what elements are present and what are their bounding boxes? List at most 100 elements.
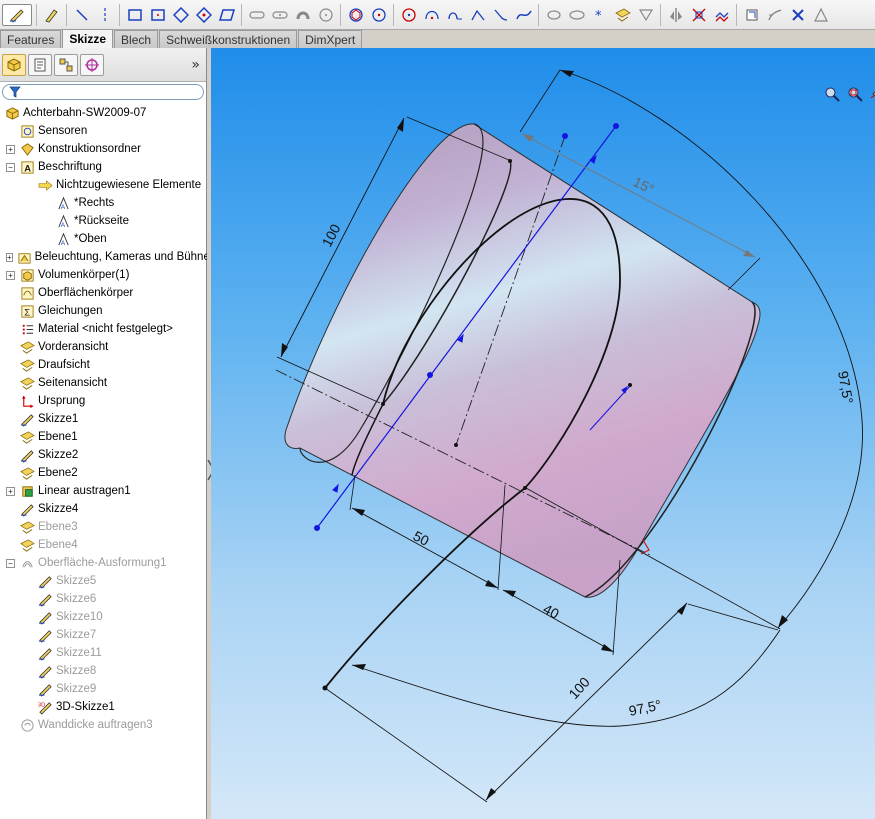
tab-dimxpert[interactable]: DimXpert bbox=[298, 30, 363, 48]
tree-item[interactable]: Material <nicht festgelegt> bbox=[0, 320, 206, 338]
tree-item[interactable]: Skizze11 bbox=[0, 644, 206, 662]
3-point-arc-slot-button[interactable] bbox=[292, 4, 313, 26]
slot-button[interactable] bbox=[246, 4, 267, 26]
pattern-button[interactable] bbox=[764, 4, 785, 26]
expand-toggle[interactable]: + bbox=[6, 270, 15, 280]
tree-item[interactable]: Ebene3 bbox=[0, 518, 206, 536]
ellipse-button[interactable] bbox=[543, 4, 564, 26]
trim-button[interactable] bbox=[688, 4, 709, 26]
plane-button[interactable] bbox=[612, 4, 633, 26]
dimension-97-5-bottom[interactable]: 97,5° bbox=[351, 629, 781, 727]
circle-button[interactable] bbox=[368, 4, 389, 26]
center-rectangle-button[interactable] bbox=[147, 4, 168, 26]
tree-item[interactable]: Ursprung bbox=[0, 392, 206, 410]
tree-item[interactable]: Sensoren bbox=[0, 122, 206, 140]
partial-ellipse-button[interactable] bbox=[566, 4, 587, 26]
3-point-center-rectangle-button[interactable] bbox=[193, 4, 214, 26]
parallelogram-button[interactable] bbox=[216, 4, 237, 26]
collapse-toggle[interactable]: − bbox=[6, 558, 15, 568]
dimxpertmanager-tab[interactable] bbox=[80, 53, 104, 76]
mirror-button[interactable] bbox=[665, 4, 686, 26]
sketch-icon bbox=[37, 573, 53, 589]
tree-item-label: Wanddicke auftragen3 bbox=[38, 719, 153, 731]
sketch-button[interactable] bbox=[2, 3, 32, 26]
featuremanager-tab[interactable] bbox=[2, 53, 26, 76]
tree-item[interactable]: Skizze6 bbox=[0, 590, 206, 608]
cylinder-body[interactable] bbox=[284, 123, 761, 598]
tree-item[interactable]: Seitenansicht bbox=[0, 374, 206, 392]
tree-item[interactable]: Ebene1 bbox=[0, 428, 206, 446]
tab-blech[interactable]: Blech bbox=[114, 30, 159, 48]
tree-item[interactable]: Skizze2 bbox=[0, 446, 206, 464]
spline-button[interactable] bbox=[513, 4, 534, 26]
tree-item[interactable]: Achterbahn-SW2009-07 bbox=[0, 104, 206, 122]
tree-item[interactable]: Ebene4 bbox=[0, 536, 206, 554]
tree-item[interactable]: Ebene2 bbox=[0, 464, 206, 482]
tree-item[interactable]: Skizze7 bbox=[0, 626, 206, 644]
tree-item[interactable]: Oberflächenkörper bbox=[0, 284, 206, 302]
tree-item[interactable]: + Volumenkörper(1) bbox=[0, 266, 206, 284]
tree-item[interactable]: Skizze4 bbox=[0, 500, 206, 518]
tree-item-label: Konstruktionsordner bbox=[38, 143, 141, 155]
tree-item[interactable]: Skizze5 bbox=[0, 572, 206, 590]
tree-item[interactable]: Wanddicke auftragen3 bbox=[0, 716, 206, 734]
tree-item[interactable]: Vorderansicht bbox=[0, 338, 206, 356]
tree-item[interactable]: Skizze8 bbox=[0, 662, 206, 680]
text-button[interactable] bbox=[635, 4, 656, 26]
centerline-button[interactable] bbox=[94, 4, 115, 26]
line-button[interactable] bbox=[71, 4, 92, 26]
tree-item[interactable]: A *Oben bbox=[0, 230, 206, 248]
centerpoint-slot-button[interactable] bbox=[269, 4, 290, 26]
smart-dimension-button[interactable] bbox=[41, 4, 62, 26]
3-point-corner-rectangle-button[interactable] bbox=[170, 4, 191, 26]
tree-item[interactable]: A *Rechts bbox=[0, 194, 206, 212]
tree-item[interactable]: Nichtzugewiesene Elemente bbox=[0, 176, 206, 194]
centerpoint-arc-button[interactable] bbox=[421, 4, 442, 26]
perimeter-circle-button[interactable] bbox=[398, 4, 419, 26]
expand-panel-button[interactable]: » bbox=[191, 57, 200, 73]
move-button[interactable] bbox=[787, 4, 808, 26]
fillet-button[interactable] bbox=[490, 4, 511, 26]
offset-button[interactable] bbox=[711, 4, 732, 26]
rectangle-button[interactable] bbox=[124, 4, 145, 26]
tree-item[interactable]: + Linear austragen1 bbox=[0, 482, 206, 500]
tree-item[interactable]: + Konstruktionsordner bbox=[0, 140, 206, 158]
tangent-arc-button[interactable] bbox=[444, 4, 465, 26]
tree-item[interactable]: − Oberfläche-Ausformung1 bbox=[0, 554, 206, 572]
tree-item[interactable]: A *Rückseite bbox=[0, 212, 206, 230]
tree-item[interactable]: Σ Gleichungen bbox=[0, 302, 206, 320]
polygon-button[interactable] bbox=[345, 4, 366, 26]
tree-item[interactable]: Draufsicht bbox=[0, 356, 206, 374]
3-point-corner-rectangle-icon bbox=[172, 6, 189, 23]
line-icon bbox=[75, 8, 88, 21]
tree-item[interactable]: + Beleuchtung, Kameras und Bühne bbox=[0, 248, 210, 266]
center-rectangle-icon bbox=[150, 8, 165, 21]
tab-features[interactable]: Features bbox=[0, 30, 62, 48]
expand-toggle[interactable]: + bbox=[6, 486, 15, 496]
3-point-arc-button[interactable] bbox=[467, 4, 488, 26]
tab-schwei-konstruktionen[interactable]: Schweißkonstruktionen bbox=[159, 30, 298, 48]
tree-item[interactable]: 3D 3D-Skizze1 bbox=[0, 698, 206, 716]
tree-item[interactable]: − A Beschriftung bbox=[0, 158, 206, 176]
graphics-area[interactable]: 100 15° 97,5° 50 40 100 97,5° bbox=[211, 48, 875, 819]
tree-item[interactable]: Skizze10 bbox=[0, 608, 206, 626]
expand-toggle[interactable]: + bbox=[6, 252, 13, 262]
tree-item-label: Skizze10 bbox=[56, 611, 103, 623]
parallelogram-icon bbox=[218, 8, 235, 21]
tree-item[interactable]: Skizze1 bbox=[0, 410, 206, 428]
model-view[interactable]: 100 15° 97,5° 50 40 100 97,5° bbox=[211, 48, 875, 819]
tab-skizze[interactable]: Skizze bbox=[62, 29, 114, 48]
propertymanager-tab[interactable] bbox=[28, 53, 52, 76]
extrude-icon bbox=[19, 483, 35, 499]
display-relations-button[interactable] bbox=[810, 4, 831, 26]
feature-filter[interactable] bbox=[2, 84, 204, 100]
collapse-toggle[interactable]: − bbox=[6, 162, 15, 172]
tree-item[interactable]: Skizze9 bbox=[0, 680, 206, 698]
tree-item-label: 3D-Skizze1 bbox=[56, 701, 115, 713]
expand-toggle[interactable]: + bbox=[6, 144, 15, 154]
convert-entities-button[interactable] bbox=[741, 4, 762, 26]
point-button[interactable]: * bbox=[589, 4, 610, 26]
convert-entities-icon bbox=[746, 9, 757, 20]
centerpoint-arc-slot-button[interactable] bbox=[315, 4, 336, 26]
configurationmanager-tab[interactable] bbox=[54, 53, 78, 76]
